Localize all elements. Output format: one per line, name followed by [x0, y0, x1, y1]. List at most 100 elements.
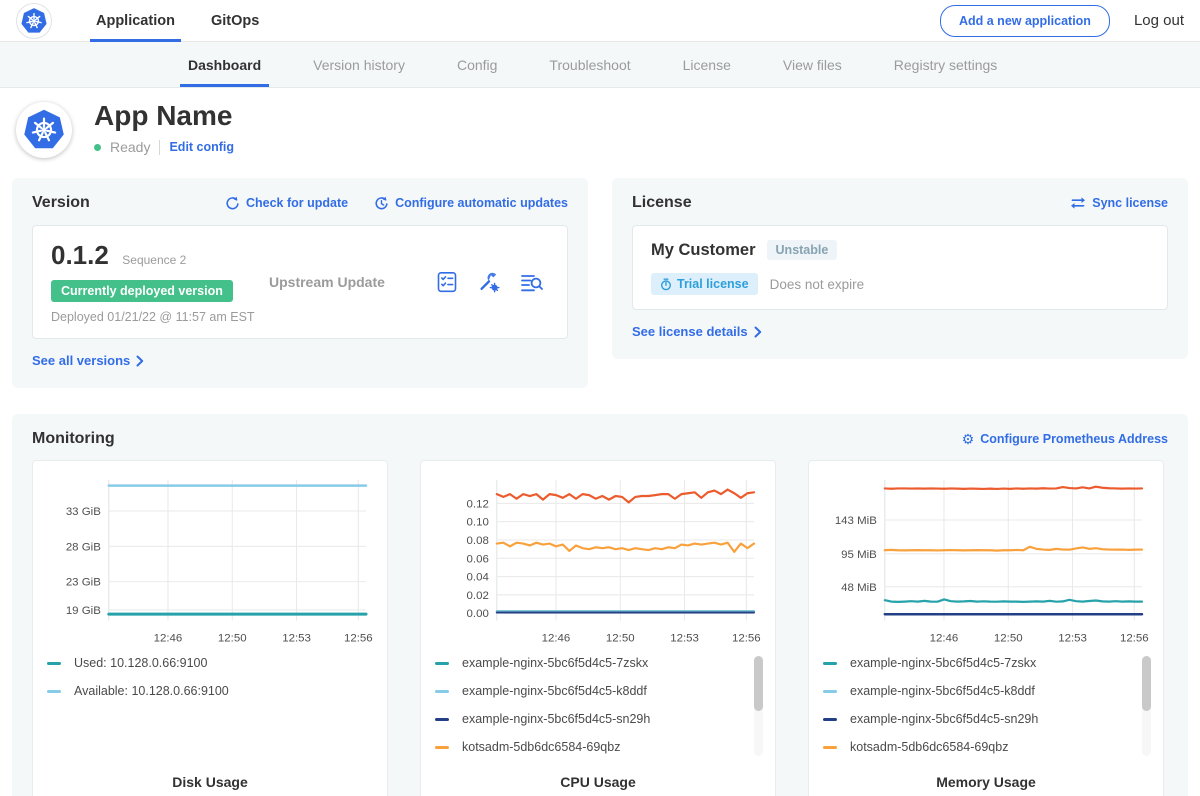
cpu-usage-legend: example-nginx-5bc6f5d4c5-7zskx example-ng…: [435, 656, 745, 754]
memory-usage-chart: 12:46 12:50 12:53 12:56 143 MiB 95 MiB 48 MiB: [823, 471, 1149, 648]
deployed-badge: Currently deployed version: [51, 280, 233, 302]
preflight-checks-icon[interactable]: [435, 270, 459, 294]
license-card: License Sync license My Customer Un: [612, 178, 1188, 359]
legend-label: example-nginx-5bc6f5d4c5-k8ddf: [462, 684, 647, 698]
legend-line-swatch: [435, 746, 449, 749]
configure-automatic-updates-link[interactable]: Configure automatic updates: [374, 196, 568, 211]
legend-item: Available: 10.128.0.66:9100: [47, 684, 357, 698]
svg-text:12:56: 12:56: [344, 632, 373, 644]
svg-text:12:46: 12:46: [154, 632, 183, 644]
memory-usage-chart-title: Memory Usage: [823, 774, 1149, 790]
current-version-panel: 0.1.2 Sequence 2 Currently deployed vers…: [32, 225, 568, 339]
legend-scrollbar[interactable]: [1142, 656, 1151, 756]
logout-link[interactable]: Log out: [1134, 12, 1184, 29]
configure-wrench-icon[interactable]: [477, 270, 501, 294]
edit-config-link[interactable]: Edit config: [169, 140, 234, 154]
tab-dashboard[interactable]: Dashboard: [162, 42, 287, 87]
legend-item: example-nginx-5bc6f5d4c5-k8ddf: [435, 684, 745, 698]
svg-text:0.10: 0.10: [467, 517, 489, 529]
app-status-text: Ready: [110, 139, 150, 155]
legend-item: kotsadm-5db6dc6584-69qbz: [823, 740, 1133, 754]
legend-line-swatch: [435, 690, 449, 693]
legend-line-swatch: [823, 662, 837, 665]
sync-license-link[interactable]: Sync license: [1070, 196, 1168, 210]
svg-text:12:50: 12:50: [994, 632, 1023, 644]
version-number: 0.1.2: [51, 240, 109, 270]
add-application-button[interactable]: Add a new application: [940, 5, 1110, 37]
kubernetes-logo-icon: [16, 3, 52, 39]
disk-usage-legend: Used: 10.128.0.66:9100 Available: 10.128.…: [47, 656, 357, 698]
legend-scrollbar-thumb[interactable]: [1142, 656, 1151, 711]
legend-label: example-nginx-5bc6f5d4c5-k8ddf: [850, 684, 1035, 698]
legend-label: example-nginx-5bc6f5d4c5-7zskx: [850, 656, 1036, 670]
cpu-usage-panel: 12:4612:5012:5312:560.120.100.080.060.04…: [420, 460, 776, 796]
legend-line-swatch: [823, 690, 837, 693]
svg-text:0.00: 0.00: [467, 608, 489, 620]
svg-text:23 GiB: 23 GiB: [66, 577, 101, 589]
tab-license[interactable]: License: [657, 42, 757, 87]
chart-svg: 12:46 12:50 12:53 12:56 143 MiB 95 MiB 48 MiB: [823, 471, 1149, 648]
memory-usage-panel: 12:4612:5012:5312:56143 MiB95 MiB48 MiB …: [808, 460, 1164, 796]
app-kubernetes-logo-icon: [16, 102, 72, 158]
see-all-versions-link[interactable]: See all versions: [32, 353, 144, 368]
svg-text:12:46: 12:46: [542, 632, 571, 644]
cpu-usage-chart: 12:4612:5012:5312:560.120.100.080.060.04…: [435, 471, 761, 648]
customer-name: My Customer: [651, 241, 756, 260]
svg-text:95 MiB: 95 MiB: [841, 549, 877, 561]
configure-prometheus-link[interactable]: ⚙ Configure Prometheus Address: [962, 432, 1168, 446]
license-expiry: Does not expire: [770, 277, 865, 292]
svg-text:0.08: 0.08: [467, 535, 489, 547]
svg-text:48 MiB: 48 MiB: [841, 582, 877, 594]
legend-item: example-nginx-5bc6f5d4c5-7zskx: [823, 656, 1133, 670]
svg-text:19 GiB: 19 GiB: [66, 605, 101, 617]
license-card-title: License: [632, 194, 692, 212]
chevron-right-icon: [136, 355, 144, 367]
tab-view-files[interactable]: View files: [757, 42, 868, 87]
svg-text:12:53: 12:53: [1058, 632, 1087, 644]
chart-svg: 12:4612:5012:5312:5633 GiB28 GiB23 GiB19…: [47, 471, 373, 648]
see-license-details-link[interactable]: See license details: [632, 324, 762, 339]
svg-text:0.02: 0.02: [467, 590, 489, 602]
legend-scrollbar[interactable]: [754, 656, 763, 756]
tab-version-history[interactable]: Version history: [287, 42, 431, 87]
status-dot-icon: [94, 144, 101, 151]
app-sub-nav: Dashboard Version history Config Trouble…: [0, 42, 1200, 88]
divider: [159, 140, 160, 155]
legend-item: example-nginx-5bc6f5d4c5-sn29h: [823, 712, 1133, 726]
refresh-icon: [225, 196, 240, 211]
legend-label: kotsadm-5db6dc6584-69qbz: [850, 740, 1008, 754]
legend-item: Used: 10.128.0.66:9100: [47, 656, 357, 670]
license-panel: My Customer Unstable Trial license Does …: [632, 225, 1168, 310]
tab-application[interactable]: Application: [78, 0, 193, 42]
version-card-title: Version: [32, 194, 90, 212]
view-logs-icon[interactable]: [519, 270, 545, 294]
tab-troubleshoot[interactable]: Troubleshoot: [523, 42, 656, 87]
cpu-usage-chart-title: CPU Usage: [435, 774, 761, 790]
legend-scrollbar-thumb[interactable]: [754, 656, 763, 711]
legend-label: example-nginx-5bc6f5d4c5-7zskx: [462, 656, 648, 670]
svg-text:0.04: 0.04: [467, 572, 490, 584]
version-source-label: Upstream Update: [269, 274, 435, 290]
legend-label: example-nginx-5bc6f5d4c5-sn29h: [462, 712, 650, 726]
disk-usage-panel: 12:4612:5012:5312:5633 GiB28 GiB23 GiB19…: [32, 460, 388, 796]
legend-label: Available: 10.128.0.66:9100: [74, 684, 229, 698]
tab-gitops[interactable]: GitOps: [193, 0, 277, 42]
legend-item: example-nginx-5bc6f5d4c5-sn29h: [435, 712, 745, 726]
svg-text:12:50: 12:50: [218, 632, 247, 644]
top-nav: Application GitOps Add a new application…: [0, 0, 1200, 42]
legend-line-swatch: [823, 718, 837, 721]
legend-item: example-nginx-5bc6f5d4c5-k8ddf: [823, 684, 1133, 698]
svg-text:12:56: 12:56: [1120, 632, 1149, 644]
chevron-right-icon: [754, 326, 762, 338]
version-sequence: Sequence 2: [122, 253, 186, 267]
sync-icon: [1070, 196, 1086, 210]
check-for-update-link[interactable]: Check for update: [225, 196, 348, 211]
version-card: Version Check for update Configure au: [12, 178, 588, 388]
legend-label: example-nginx-5bc6f5d4c5-sn29h: [850, 712, 1038, 726]
tab-config[interactable]: Config: [431, 42, 523, 87]
svg-text:12:46: 12:46: [930, 632, 959, 644]
svg-text:12:53: 12:53: [282, 632, 311, 644]
svg-text:143 MiB: 143 MiB: [835, 515, 877, 527]
legend-line-swatch: [823, 746, 837, 749]
tab-registry-settings[interactable]: Registry settings: [868, 42, 1023, 87]
